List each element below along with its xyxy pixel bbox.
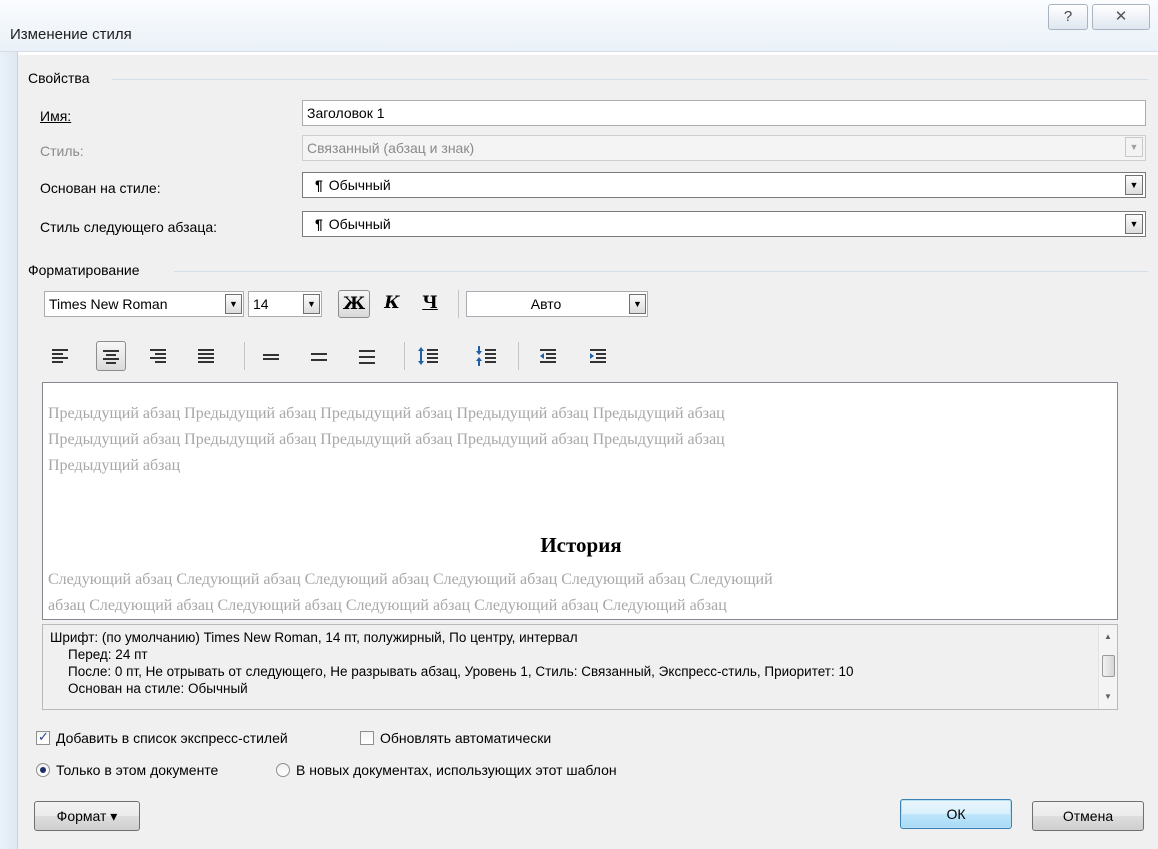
increase-spacing-icon	[418, 347, 438, 365]
auto-update-checkbox[interactable]	[360, 731, 374, 745]
scroll-thumb[interactable]	[1102, 655, 1115, 677]
align-right-icon	[150, 349, 166, 363]
toolbar-separator	[244, 342, 245, 370]
style-description: Шрифт: (по умолчанию) Times New Roman, 1…	[42, 624, 1118, 710]
style-preview-pane: Предыдущий абзац Предыдущий абзац Предыд…	[42, 382, 1118, 620]
bold-button[interactable]: Ж	[338, 290, 370, 318]
single-spacing-button[interactable]	[256, 341, 286, 371]
description-scrollbar[interactable]: ▲ ▼	[1098, 625, 1117, 709]
description-line: После: 0 пт, Не отрывать от следующего, …	[68, 664, 854, 679]
single-spacing-icon	[263, 354, 279, 360]
close-icon: ✕	[1114, 8, 1128, 25]
align-right-button[interactable]	[144, 341, 174, 371]
only-this-document-radio[interactable]	[36, 763, 50, 777]
description-line: Основан на стиле: Обычный	[68, 681, 248, 696]
align-justify-button[interactable]	[192, 341, 222, 371]
auto-update-label[interactable]: Обновлять автоматически	[380, 730, 551, 746]
help-button[interactable]: ?	[1048, 4, 1088, 30]
align-center-icon	[103, 350, 119, 364]
next-paragraph-value: Обычный	[328, 216, 391, 232]
dropdown-arrow-icon: ▾	[110, 808, 118, 824]
add-quick-styles-checkbox[interactable]: ✓	[36, 729, 50, 745]
align-center-button[interactable]	[96, 341, 126, 371]
decrease-indent-button[interactable]	[534, 341, 564, 371]
help-icon: ?	[1063, 8, 1073, 25]
decrease-indent-icon	[540, 349, 556, 363]
format-button-label: Формат	[56, 808, 107, 824]
chevron-down-icon[interactable]: ▼	[225, 294, 242, 314]
new-documents-radio[interactable]	[276, 763, 290, 777]
style-type-value: Связанный (абзац и знак)	[307, 140, 475, 156]
chevron-down-icon[interactable]: ▼	[1125, 175, 1143, 195]
only-this-document-label[interactable]: Только в этом документе	[56, 762, 218, 778]
format-menu-button[interactable]: Формат ▾	[34, 801, 140, 831]
preview-previous-line: Предыдущий абзац Предыдущий абзац Предыд…	[48, 405, 725, 422]
title-bar: Изменение стиля ? ✕	[0, 0, 1158, 52]
description-line: Перед: 24 пт	[68, 647, 148, 662]
paragraph-icon: ¶	[315, 216, 323, 232]
paragraph-icon: ¶	[315, 177, 323, 193]
decrease-paragraph-spacing-button[interactable]	[472, 341, 502, 371]
font-size-select[interactable]: 14 ▼	[248, 291, 322, 317]
increase-indent-button[interactable]	[584, 341, 614, 371]
cancel-button[interactable]: Отмена	[1032, 801, 1144, 831]
font-color-select[interactable]: Авто ▼	[466, 291, 648, 317]
one-half-spacing-icon	[311, 353, 327, 361]
new-documents-label[interactable]: В новых документах, использующих этот ша…	[296, 762, 617, 778]
based-on-value: Обычный	[328, 177, 391, 193]
next-paragraph-label: Стиль следующего абзаца:	[40, 219, 218, 235]
toolbar-separator	[518, 342, 519, 370]
increase-paragraph-spacing-button[interactable]	[414, 341, 444, 371]
preview-previous-line: Предыдущий абзац	[48, 457, 181, 474]
next-paragraph-select[interactable]: ¶ Обычный ▼	[302, 211, 1146, 237]
chevron-down-icon: ▼	[1125, 137, 1143, 157]
add-quick-styles-label[interactable]: Добавить в список экспресс-стилей	[56, 730, 288, 746]
preview-next-line: абзац Следующий абзац Следующий абзац Сл…	[48, 597, 727, 614]
formatting-section-label: Форматирование	[28, 262, 140, 278]
align-left-icon	[52, 349, 68, 363]
properties-section-label: Свойства	[28, 70, 90, 86]
align-justify-icon	[198, 349, 214, 363]
style-type-label: Стиль:	[40, 143, 84, 159]
underline-button[interactable]: Ч	[414, 290, 446, 318]
window-frame-left	[0, 52, 18, 849]
scroll-down-icon[interactable]: ▼	[1099, 689, 1117, 705]
font-name-value: Times New Roman	[49, 296, 168, 312]
close-button[interactable]: ✕	[1092, 4, 1150, 30]
increase-indent-icon	[590, 349, 606, 363]
preview-previous-line: Предыдущий абзац Предыдущий абзац Предыд…	[48, 431, 725, 448]
radio-selected-icon	[40, 767, 46, 773]
toolbar-separator	[404, 342, 405, 370]
scroll-up-icon[interactable]: ▲	[1099, 629, 1117, 645]
window-title: Изменение стиля	[10, 26, 132, 43]
ok-button[interactable]: ОК	[900, 799, 1012, 829]
italic-button[interactable]: К	[376, 290, 408, 318]
double-spacing-icon	[359, 350, 375, 364]
description-line: Шрифт: (по умолчанию) Times New Roman, 1…	[50, 630, 578, 645]
formatting-divider	[174, 271, 1148, 272]
double-spacing-button[interactable]	[352, 341, 382, 371]
properties-divider	[112, 79, 1148, 80]
preview-heading: История	[540, 533, 622, 557]
chevron-down-icon[interactable]: ▼	[1125, 214, 1143, 234]
preview-next-line: Следующий абзац Следующий абзац Следующи…	[48, 571, 773, 588]
decrease-spacing-icon	[476, 346, 496, 366]
checkmark-icon: ✓	[38, 729, 49, 744]
style-type-select[interactable]: Связанный (абзац и знак) ▼	[302, 135, 1146, 161]
font-size-value: 14	[253, 296, 269, 312]
toolbar-separator	[458, 290, 459, 318]
chevron-down-icon[interactable]: ▼	[303, 294, 320, 314]
align-left-button[interactable]	[46, 341, 76, 371]
one-half-spacing-button[interactable]	[304, 341, 334, 371]
chevron-down-icon[interactable]: ▼	[629, 294, 646, 314]
based-on-select[interactable]: ¶ Обычный ▼	[302, 172, 1146, 198]
name-input[interactable]: Заголовок 1	[302, 100, 1146, 126]
name-label-text: Имя:	[40, 108, 72, 124]
based-on-label: Основан на стиле:	[40, 180, 161, 196]
font-name-select[interactable]: Times New Roman ▼	[44, 291, 244, 317]
name-label: Имя:	[40, 108, 71, 124]
font-color-value: Авто	[530, 296, 562, 312]
